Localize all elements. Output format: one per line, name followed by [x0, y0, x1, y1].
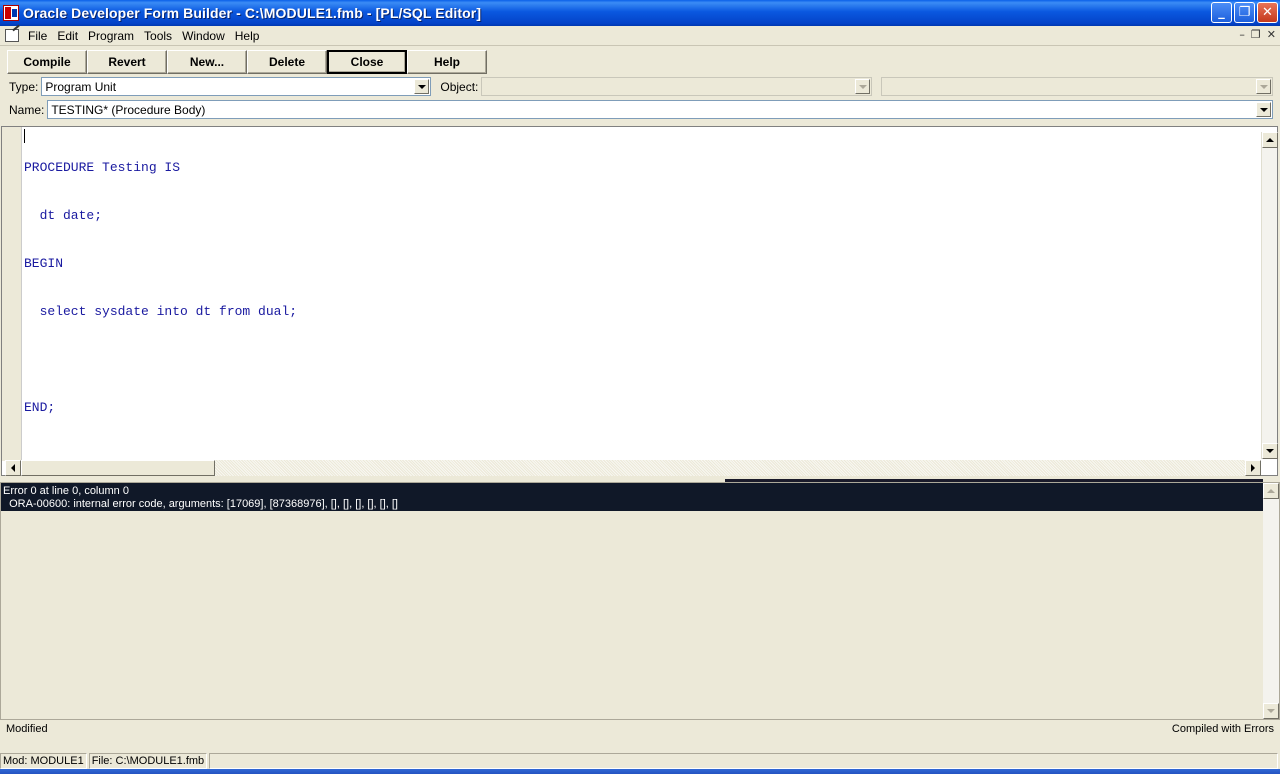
code-line: BEGIN [24, 256, 64, 271]
object-subselect[interactable] [881, 77, 1274, 96]
window-controls: _ ❐ ✕ [1211, 2, 1278, 23]
chevron-down-icon[interactable] [1256, 79, 1272, 94]
type-object-row: Type: Program Unit Object: [0, 77, 1274, 96]
code-line: dt date; [24, 208, 103, 223]
delete-button[interactable]: Delete [247, 50, 327, 74]
oracle-app-icon[interactable] [3, 5, 19, 21]
type-value: Program Unit [45, 79, 117, 94]
code-line: END; [24, 400, 56, 415]
title-bar: Oracle Developer Form Builder - C:\MODUL… [0, 0, 1280, 26]
editor-vertical-scrollbar[interactable] [1261, 132, 1278, 459]
type-select[interactable]: Program Unit [41, 77, 432, 96]
editor-horizontal-scrollbar[interactable] [5, 460, 1261, 476]
pl-sql-editor-icon[interactable] [5, 29, 19, 42]
app-window: Oracle Developer Form Builder - C:\MODUL… [0, 0, 1280, 774]
mdi-minimize-button[interactable]: – [1239, 28, 1245, 41]
name-row: Name: TESTING* (Procedure Body) [0, 100, 1274, 119]
code-editor[interactable]: PROCEDURE Testing IS dt date; BEGIN sele… [1, 126, 1278, 476]
scroll-up-icon[interactable] [1263, 483, 1279, 499]
status-file: File: C:\MODULE1.fmb [88, 752, 208, 769]
scroll-right-icon[interactable] [1245, 460, 1261, 476]
scroll-down-icon[interactable] [1262, 443, 1278, 459]
name-label: Name: [9, 102, 45, 117]
scroll-left-icon[interactable] [5, 460, 21, 476]
object-label: Object: [440, 79, 479, 94]
close-window-button[interactable]: ✕ [1257, 2, 1278, 23]
error-message: ORA-00600: internal error code, argument… [3, 498, 398, 510]
errors-vertical-scrollbar[interactable] [1263, 483, 1279, 719]
menu-tools[interactable]: Tools [139, 29, 177, 43]
menu-bar: File Edit Program Tools Window Help – ❐ … [0, 26, 1280, 46]
code-line: select sysdate into dt from dual; [24, 304, 298, 319]
scroll-down-icon[interactable] [1263, 703, 1279, 719]
name-value: TESTING* (Procedure Body) [51, 102, 206, 117]
close-button[interactable]: Close [327, 50, 407, 74]
menu-edit[interactable]: Edit [52, 29, 83, 43]
revert-button[interactable]: Revert [87, 50, 167, 74]
name-select[interactable]: TESTING* (Procedure Body) [47, 100, 1274, 119]
editor-gutter [2, 127, 22, 461]
compile-errors-pane[interactable]: Error 0 at line 0, column 0 ORA-00600: i… [0, 482, 1280, 720]
chevron-down-icon[interactable] [414, 79, 430, 94]
error-entry-selected[interactable]: Error 0 at line 0, column 0 ORA-00600: i… [1, 483, 1263, 511]
minimize-button[interactable]: _ [1211, 2, 1232, 23]
text-caret [24, 129, 25, 143]
status-extra [209, 752, 1278, 769]
object-select[interactable] [481, 77, 873, 96]
scroll-up-icon[interactable] [1262, 132, 1278, 148]
status-module: Mod: MODULE1 [0, 752, 87, 769]
menu-program[interactable]: Program [83, 29, 139, 43]
mdi-restore-button[interactable]: ❐ [1251, 28, 1261, 41]
taskbar-edge [0, 769, 1280, 774]
maximize-button[interactable]: ❐ [1234, 2, 1255, 23]
compile-button[interactable]: Compile [7, 50, 87, 74]
mdi-controls: – ❐ ✕ [1239, 28, 1276, 41]
modified-status: Modified [6, 723, 48, 735]
menu-help[interactable]: Help [230, 29, 265, 43]
code-text[interactable]: PROCEDURE Testing IS dt date; BEGIN sele… [24, 128, 297, 448]
error-location: Error 0 at line 0, column 0 [3, 485, 129, 497]
type-label: Type: [9, 79, 39, 94]
chevron-down-icon[interactable] [1256, 102, 1272, 117]
menu-window[interactable]: Window [177, 29, 230, 43]
code-line: PROCEDURE Testing IS [24, 160, 181, 175]
status-bar: Mod: MODULE1 File: C:\MODULE1.fmb [0, 752, 1280, 769]
menu-file[interactable]: File [23, 29, 52, 43]
mdi-close-button[interactable]: ✕ [1267, 28, 1276, 41]
editor-toolbar: Compile Revert New... Delete Close Help [7, 50, 487, 74]
compile-status: Compiled with Errors [1171, 723, 1274, 735]
horizontal-scroll-thumb[interactable] [21, 460, 215, 476]
new-button[interactable]: New... [167, 50, 247, 74]
editor-status-line: Modified Compiled with Errors [0, 721, 1280, 737]
window-title: Oracle Developer Form Builder - C:\MODUL… [23, 5, 482, 21]
chevron-down-icon[interactable] [855, 79, 871, 94]
help-button[interactable]: Help [407, 50, 487, 74]
